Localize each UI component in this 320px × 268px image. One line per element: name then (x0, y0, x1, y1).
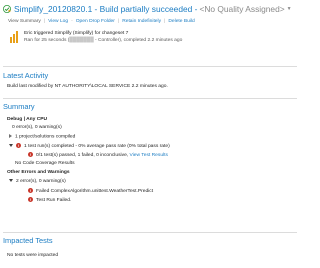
retain-indefinitely-link[interactable]: Retain Indefinitely (122, 19, 161, 24)
summary-heading: Summary (3, 102, 35, 111)
error-item: Failed ComplexAlgorithm.unittest.Weather… (28, 188, 153, 195)
divider (3, 66, 297, 67)
impacted-tests-text: No tests were impacted (7, 253, 59, 258)
test-runs-text: 1 test run(s) completed - 0% average pas… (24, 143, 170, 149)
ran-for-line: Ran for 25 seconds (███████ - Controller… (24, 38, 182, 45)
actions-bar: View Summary | View Log - Open Drop Fold… (8, 18, 195, 25)
test-results-row: 0/1 test(s) passed, 1 failed, 0 inconclu… (28, 152, 168, 159)
other-errors-heading: Other Errors and Warnings (7, 170, 70, 175)
coverage-text: No Code Coverage Results (15, 161, 75, 166)
divider (3, 98, 297, 99)
divider (3, 232, 297, 233)
latest-activity-heading: Latest Activity (3, 71, 49, 80)
error-item-text: Test Run Failed. (36, 197, 72, 203)
error-icon (28, 152, 33, 158)
separator: - (71, 19, 73, 24)
projects-text: 1 project/solutions compiled (15, 134, 76, 140)
separator: | (43, 19, 46, 24)
build-title: Simplify_20120820.1 - Build partially su… (14, 4, 198, 14)
build-header: Simplify_20120820.1 - Build partially su… (0, 0, 300, 66)
title-row: Simplify_20120820.1 - Build partially su… (3, 4, 292, 14)
redacted-agent: ███████ (69, 37, 94, 43)
quality-selector[interactable]: <No Quality Assigned> (199, 4, 284, 14)
build-history-bars-icon (10, 31, 20, 43)
triggered-info: Eric triggered Simplify (Simplify) for c… (10, 29, 290, 57)
completed-text: - Controller), completed 2.2 minutes ago (93, 37, 183, 43)
error-item: Test Run Failed. (28, 197, 71, 204)
test-results-text: 0/1 test(s) passed, 1 failed, 0 inconclu… (36, 152, 129, 158)
latest-activity-text: Build last modified by NT AUTHORITY\LOCA… (7, 84, 168, 89)
separator: | (164, 19, 166, 24)
delete-build-link[interactable]: Delete Build (168, 19, 194, 24)
view-log-link[interactable]: View Log (48, 19, 68, 24)
error-icon (28, 188, 33, 194)
error-icon (16, 143, 21, 149)
collapse-arrow-icon[interactable] (9, 144, 13, 147)
ran-for-text: Ran for 25 seconds ( (24, 37, 70, 43)
error-icon (28, 197, 33, 203)
build-config: Debug | Any CPU (7, 117, 48, 122)
warning-icon (3, 5, 11, 13)
chevron-down-icon[interactable]: ▼ (287, 6, 292, 12)
open-drop-folder-link[interactable]: Open Drop Folder (76, 19, 115, 24)
triggered-line: Eric triggered Simplify (Simplify) for c… (24, 31, 129, 36)
projects-row[interactable]: 1 project/solutions compiled (9, 134, 75, 140)
test-runs-row[interactable]: 1 test run(s) completed - 0% average pas… (9, 143, 170, 150)
separator: | (117, 19, 120, 24)
error-item-text: Failed ComplexAlgorithm.unittest.Weather… (36, 188, 154, 194)
view-summary-link[interactable]: View Summary (8, 19, 41, 24)
collapse-arrow-icon[interactable] (9, 179, 13, 183)
view-test-results-link[interactable]: View Test Results (130, 153, 168, 158)
triggered-text: Eric triggered Simplify (Simplify) for c… (24, 31, 182, 44)
other-errors-row[interactable]: 2 error(s), 0 warning(s) (9, 179, 66, 185)
errors-warnings-count: 0 error(s), 0 warning(s) (12, 125, 62, 130)
expand-arrow-icon[interactable] (9, 134, 12, 138)
other-errors-count: 2 error(s), 0 warning(s) (16, 179, 66, 184)
impacted-tests-heading: Impacted Tests (3, 236, 53, 245)
